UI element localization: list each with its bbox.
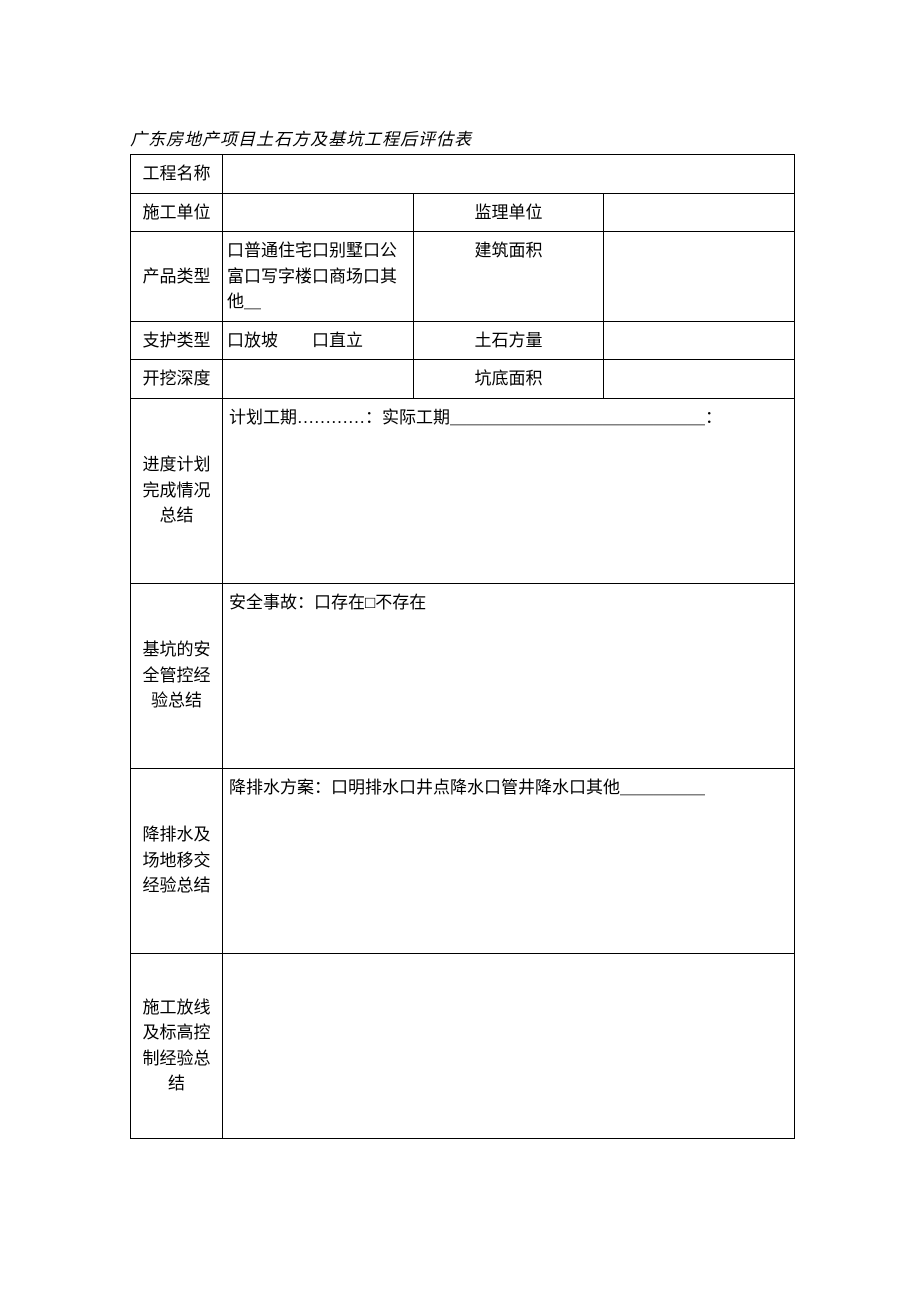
- content-progress-summary: 计划工期…………：实际工期＿＿＿＿＿＿＿＿＿＿＿＿＿＿＿：: [223, 398, 795, 583]
- content-setting-out-summary: [223, 953, 795, 1138]
- label-construction-unit: 施工单位: [131, 193, 223, 232]
- row-excavation-depth: 开挖深度 坑底面积: [131, 360, 795, 399]
- label-supervision-unit: 监理单位: [413, 193, 604, 232]
- row-project-name: 工程名称: [131, 155, 795, 194]
- value-project-name: [223, 155, 795, 194]
- content-dewatering-summary: 降排水方案：口明排水口井点降水口管井降水口其他＿＿＿＿＿: [223, 768, 795, 953]
- label-safety-summary: 基坑的安全管控经验总结: [131, 583, 223, 768]
- label-progress-summary: 进度计划完成情况总结: [131, 398, 223, 583]
- row-support-type: 支护类型 口放坡 口直立 土石方量: [131, 321, 795, 360]
- value-building-area: [604, 232, 795, 322]
- label-pit-bottom-area: 坑底面积: [413, 360, 604, 399]
- row-dewatering-summary: 降排水及场地移交经验总结 降排水方案：口明排水口井点降水口管井降水口其他＿＿＿＿…: [131, 768, 795, 953]
- label-support-type: 支护类型: [131, 321, 223, 360]
- evaluation-form-table: 工程名称 施工单位 监理单位 产品类型 口普通住宅口别墅口公富口写字楼口商场口其…: [130, 154, 795, 1139]
- value-construction-unit: [223, 193, 414, 232]
- row-product-type: 产品类型 口普通住宅口别墅口公富口写字楼口商场口其他＿ 建筑面积: [131, 232, 795, 322]
- row-construction-unit: 施工单位 监理单位: [131, 193, 795, 232]
- value-pit-bottom-area: [604, 360, 795, 399]
- value-earth-volume: [604, 321, 795, 360]
- value-excavation-depth: [223, 360, 414, 399]
- label-excavation-depth: 开挖深度: [131, 360, 223, 399]
- row-safety-summary: 基坑的安全管控经验总结 安全事故：口存在□不存在: [131, 583, 795, 768]
- label-dewatering-summary: 降排水及场地移交经验总结: [131, 768, 223, 953]
- label-earth-volume: 土石方量: [413, 321, 604, 360]
- value-product-type: 口普通住宅口别墅口公富口写字楼口商场口其他＿: [223, 232, 414, 322]
- document-title: 广东房地产项目土石方及基坑工程后评估表: [130, 125, 795, 150]
- value-supervision-unit: [604, 193, 795, 232]
- row-setting-out-summary: 施工放线及标高控制经验总结: [131, 953, 795, 1138]
- label-setting-out-summary: 施工放线及标高控制经验总结: [131, 953, 223, 1138]
- label-project-name: 工程名称: [131, 155, 223, 194]
- label-building-area: 建筑面积: [413, 232, 604, 322]
- label-product-type: 产品类型: [131, 232, 223, 322]
- value-support-type: 口放坡 口直立: [223, 321, 414, 360]
- content-safety-summary: 安全事故：口存在□不存在: [223, 583, 795, 768]
- row-progress-summary: 进度计划完成情况总结 计划工期…………：实际工期＿＿＿＿＿＿＿＿＿＿＿＿＿＿＿：: [131, 398, 795, 583]
